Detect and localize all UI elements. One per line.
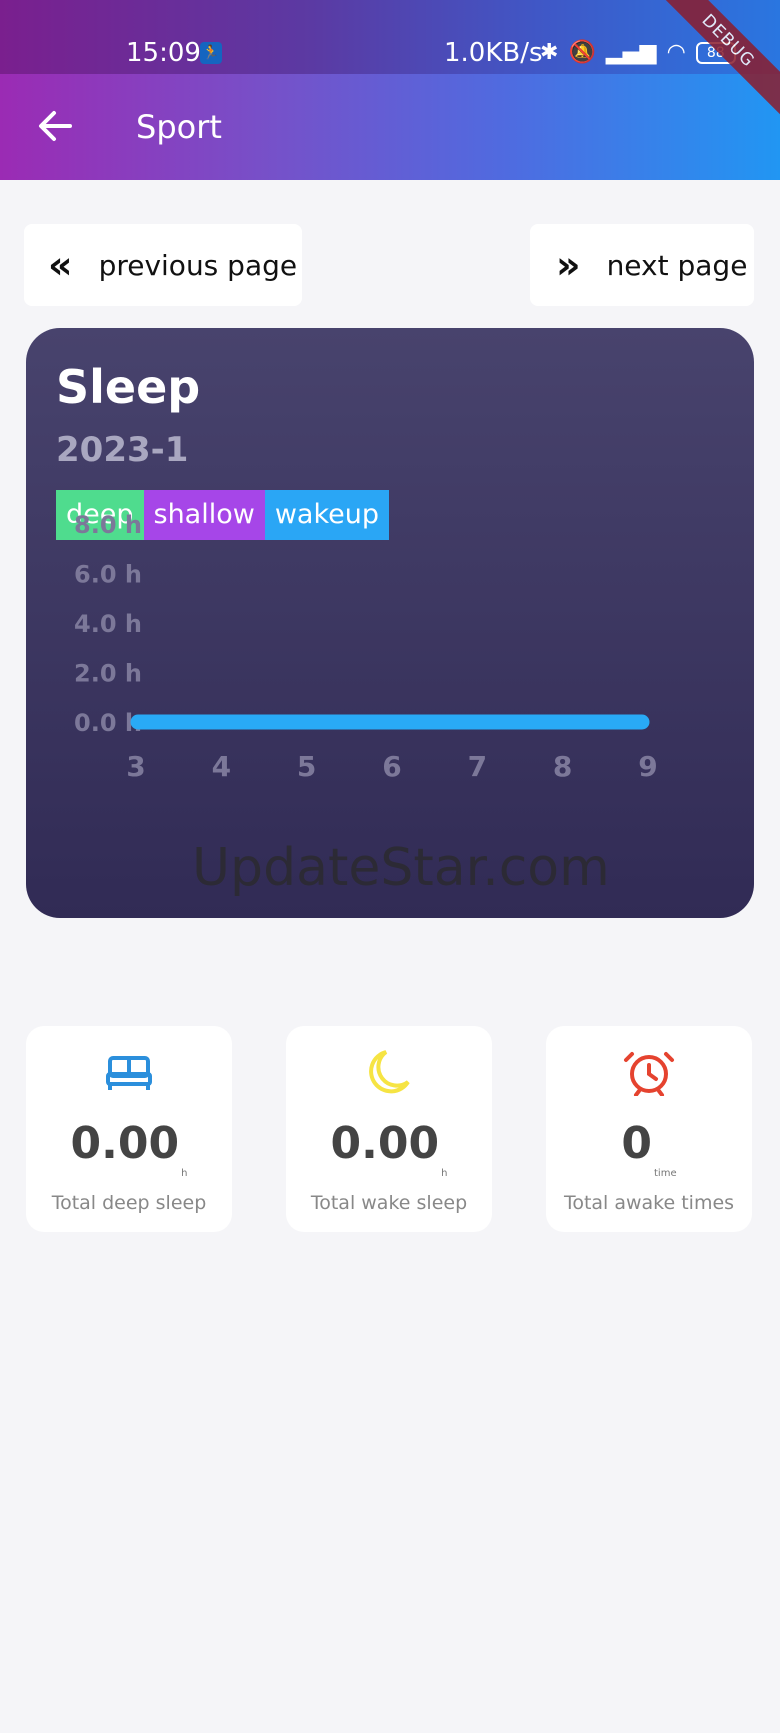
running-icon: 🏃 <box>200 42 222 64</box>
stat-awake-times: 0time Total awake times <box>546 1026 752 1232</box>
status-icons: ✱ 🔕 ▂▄▆ ◠ 88 <box>540 40 736 65</box>
status-time: 15:09 <box>126 38 201 68</box>
double-chevron-left-icon: « <box>48 243 73 287</box>
bell-muted-icon: 🔕 <box>568 40 596 65</box>
stat-wake-sleep: 0.00h Total wake sleep <box>286 1026 492 1232</box>
page-title: Sport <box>136 108 222 146</box>
moon-icon <box>369 1050 410 1094</box>
awake-times-unit: time <box>654 1168 677 1179</box>
awake-times-value: 0 <box>621 1118 653 1169</box>
y-tick-label: 4.0 h <box>74 610 142 638</box>
app-header: 15:09 🏃 1.0KB/s ✱ 🔕 ▂▄▆ ◠ 88 DEBUG Sport <box>0 0 780 180</box>
x-tick-label: 9 <box>638 750 657 783</box>
sleep-chart-card: Sleep 2023-1 deep shallow wakeup 8.0 h 6.… <box>26 328 754 918</box>
back-arrow-icon[interactable] <box>36 107 74 145</box>
sleep-bar-chart: 8.0 h6.0 h4.0 h2.0 h0.0 h3 4 5 6 7 8 9 <box>74 511 658 783</box>
x-tick-label: 7 <box>468 750 487 783</box>
wake-sleep-unit: h <box>441 1168 448 1179</box>
deep-sleep-label: Total deep sleep <box>51 1192 207 1214</box>
network-speed: 1.0KB/s <box>444 38 543 68</box>
next-page-button[interactable]: » next page <box>530 224 754 306</box>
deep-sleep-unit: h <box>181 1168 188 1179</box>
deep-sleep-value: 0.00 <box>70 1118 180 1169</box>
bluetooth-icon: ✱ <box>540 40 559 65</box>
signal-icon: ▂▄▆ <box>605 40 657 65</box>
wifi-icon: ◠ <box>666 40 686 65</box>
x-tick-label: 6 <box>382 750 401 783</box>
stat-deep-sleep: 0.00h Total deep sleep <box>26 1026 232 1232</box>
awake-times-label: Total awake times <box>563 1192 735 1214</box>
double-chevron-right-icon: » <box>556 243 581 287</box>
wake-sleep-value: 0.00 <box>330 1118 440 1169</box>
previous-page-label: previous page <box>98 248 298 282</box>
next-page-label: next page <box>606 248 748 282</box>
status-bar: 15:09 🏃 1.0KB/s ✱ 🔕 ▂▄▆ ◠ 88 <box>0 0 780 74</box>
watermark: UpdateStar.com <box>192 838 610 898</box>
y-tick-label: 6.0 h <box>74 561 142 589</box>
previous-page-button[interactable]: « previous page <box>24 224 302 306</box>
alarm-clock-icon <box>624 1052 674 1096</box>
x-tick-label: 3 <box>126 750 145 783</box>
x-tick-label: 5 <box>297 750 316 783</box>
bed-icon <box>106 1056 152 1090</box>
y-tick-label: 2.0 h <box>74 660 142 688</box>
y-tick-label: 8.0 h <box>74 511 142 539</box>
x-tick-label: 4 <box>212 750 231 783</box>
wake-sleep-label: Total wake sleep <box>310 1192 468 1214</box>
x-tick-label: 8 <box>553 750 572 783</box>
